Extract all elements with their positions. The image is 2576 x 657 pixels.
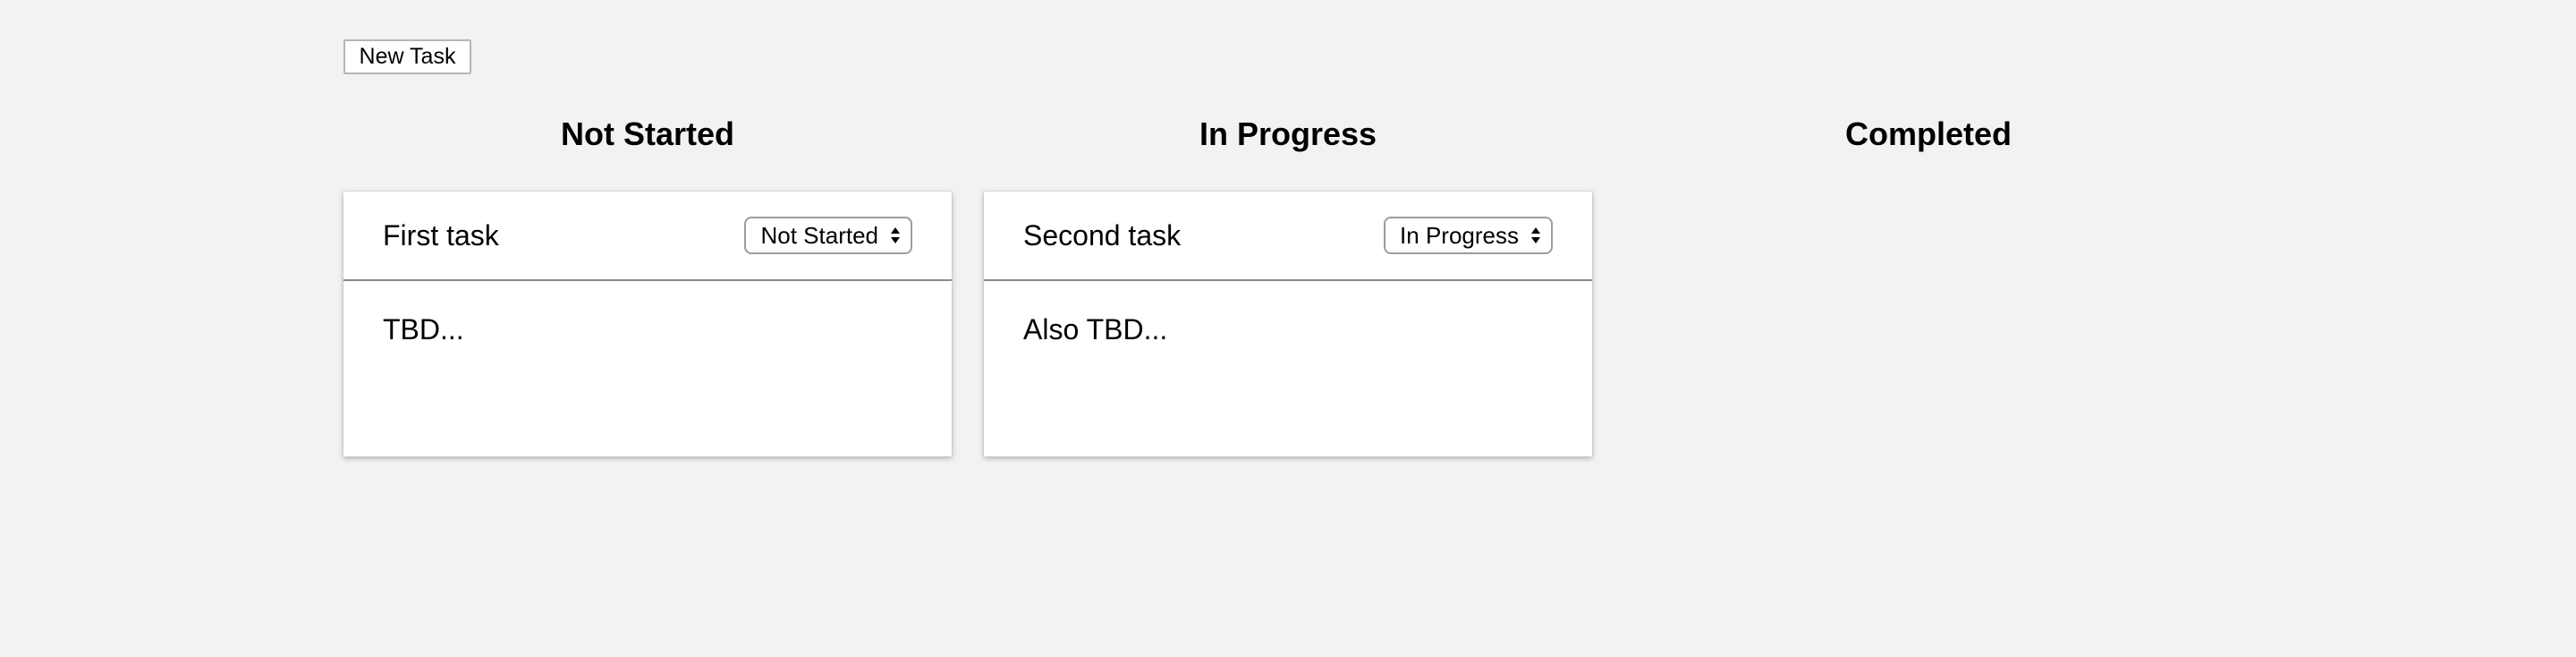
status-select[interactable]: In Progress bbox=[1384, 217, 1553, 254]
card-title: Second task bbox=[1023, 218, 1182, 252]
column-not-started: Not Started First task Not Started TBD..… bbox=[343, 107, 952, 456]
column-in-progress: In Progress Second task In Progress Also… bbox=[984, 107, 1592, 456]
status-select-value: In Progress bbox=[1400, 221, 1519, 249]
new-task-button[interactable]: New Task bbox=[343, 39, 471, 74]
card-header: Second task In Progress bbox=[984, 192, 1592, 281]
card-list: First task Not Started TBD... bbox=[343, 192, 952, 456]
card-description: Also TBD... bbox=[1023, 313, 1168, 346]
up-down-arrows-icon bbox=[891, 227, 900, 243]
up-down-arrows-icon bbox=[1531, 227, 1540, 243]
column-title: Completed bbox=[1844, 115, 2012, 152]
card-title: First task bbox=[383, 218, 499, 252]
task-card[interactable]: Second task In Progress Also TBD... bbox=[984, 192, 1592, 456]
column-title: Not Started bbox=[560, 115, 734, 152]
kanban-board: New Task Not Started First task Not Star… bbox=[0, 0, 2576, 657]
column-title: In Progress bbox=[1199, 115, 1377, 152]
card-list: Second task In Progress Also TBD... bbox=[984, 192, 1592, 456]
task-card[interactable]: First task Not Started TBD... bbox=[343, 192, 952, 456]
status-select[interactable]: Not Started bbox=[744, 217, 912, 254]
card-header: First task Not Started bbox=[343, 192, 952, 281]
card-description: TBD... bbox=[383, 313, 464, 346]
status-select-value: Not Started bbox=[760, 221, 878, 249]
column-completed: Completed bbox=[1624, 107, 2233, 192]
